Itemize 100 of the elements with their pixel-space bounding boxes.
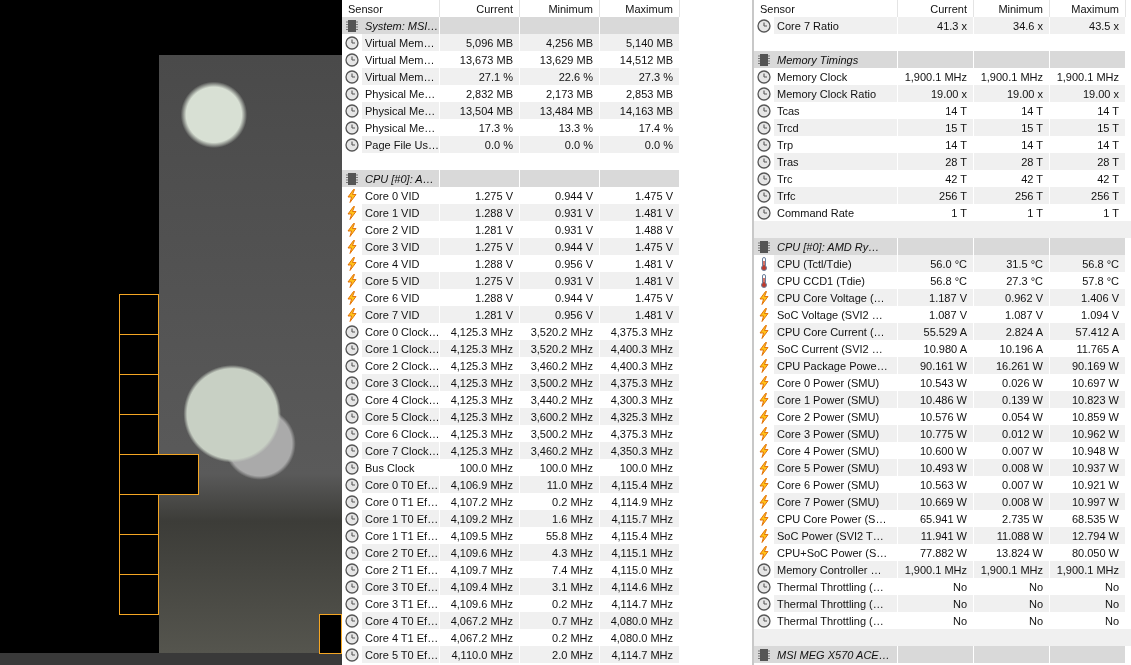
clock-icon: [345, 545, 359, 560]
sensor-name: Core 7 VID: [362, 306, 440, 323]
table-cell: 5,096 MB: [440, 34, 520, 51]
chip-icon: [345, 18, 359, 33]
table-cell: 1.406 V: [1050, 289, 1126, 306]
clock-icon: [757, 188, 771, 203]
table-cell: 0.012 W: [974, 425, 1050, 442]
table-cell: 3.1 MHz: [520, 578, 600, 595]
table-cell: 3,460.2 MHz: [520, 442, 600, 459]
sensor-name: Core 1 VID: [362, 204, 440, 221]
clock-icon: [345, 477, 359, 492]
clock-icon: [757, 69, 771, 84]
sensor-name: Virtual Mem…: [362, 68, 440, 85]
clock-icon: [345, 630, 359, 645]
table-cell: 1.481 V: [600, 306, 680, 323]
sensor-name: Physical Me…: [362, 102, 440, 119]
lightning-bolt-icon: [345, 205, 359, 220]
table-cell: 1.6 MHz: [520, 510, 600, 527]
sensor-name: Trfc: [774, 187, 898, 204]
table-cell: 10.493 W: [898, 459, 974, 476]
table-cell: 4,350.3 MHz: [600, 442, 680, 459]
sensor-name: Core 3 Power (SMU): [774, 425, 898, 442]
table-cell: 3,520.2 MHz: [520, 340, 600, 357]
table-cell: 4,114.7 MHz: [600, 646, 680, 663]
table-cell: 1.288 V: [440, 204, 520, 221]
table-cell: 10.997 W: [1050, 493, 1126, 510]
thumbnail-frame: [119, 334, 159, 375]
table-cell: 15 T: [1050, 119, 1126, 136]
table-cell: 19.00 x: [1050, 85, 1126, 102]
table-cell: 10.962 W: [1050, 425, 1126, 442]
table-cell: 4,115.7 MHz: [600, 510, 680, 527]
sensor-name: Core 1 Power (SMU): [774, 391, 898, 408]
clock-icon: [345, 511, 359, 526]
table-cell: 256 T: [974, 187, 1050, 204]
clock-icon: [345, 647, 359, 662]
sensor-name: CPU Package Powe…: [774, 357, 898, 374]
table-cell: 2.0 MHz: [520, 646, 600, 663]
sensor-name: Core 3 VID: [362, 238, 440, 255]
clock-icon: [345, 120, 359, 135]
clock-icon: [757, 562, 771, 577]
table-cell: 10.937 W: [1050, 459, 1126, 476]
sensor-name: Core 5 Clock…: [362, 408, 440, 425]
clock-icon: [757, 171, 771, 186]
clock-icon: [345, 324, 359, 339]
table-cell: 3,600.2 MHz: [520, 408, 600, 425]
table-cell: 4,375.3 MHz: [600, 374, 680, 391]
chip-icon: [757, 52, 771, 67]
clock-icon: [345, 443, 359, 458]
table-cell: 41.3 x: [898, 17, 974, 34]
table-cell: 43.5 x: [1050, 17, 1126, 34]
table-cell: No: [1050, 595, 1126, 612]
clock-icon: [345, 375, 359, 390]
table-cell: 11.088 W: [974, 527, 1050, 544]
sensor-name: Memory Controller …: [774, 561, 898, 578]
table-cell: 16.261 W: [974, 357, 1050, 374]
table-cell: 27.1 %: [440, 68, 520, 85]
lightning-bolt-icon: [345, 222, 359, 237]
table-cell: 1.475 V: [600, 238, 680, 255]
table-cell: 4,115.1 MHz: [600, 544, 680, 561]
table-cell: 10.823 W: [1050, 391, 1126, 408]
lightning-bolt-icon: [757, 494, 771, 509]
sensor-name: Core 7 Clock…: [362, 442, 440, 459]
thumbnail-frame: [319, 614, 342, 654]
clock-icon: [345, 358, 359, 373]
chip-icon: [757, 647, 771, 662]
chip-icon: [345, 171, 359, 186]
sensor-name: Core 5 Power (SMU): [774, 459, 898, 476]
sensor-name: Core 5 VID: [362, 272, 440, 289]
table-cell: 5,140 MB: [600, 34, 680, 51]
clock-icon: [757, 120, 771, 135]
clock-icon: [757, 579, 771, 594]
clock-icon: [345, 35, 359, 50]
sensor-name: CPU Core Voltage (…: [774, 289, 898, 306]
group-title: MSI MEG X570 ACE…: [774, 646, 898, 663]
table-cell: 256 T: [898, 187, 974, 204]
lightning-bolt-icon: [757, 528, 771, 543]
thumbnail-frame: [119, 294, 159, 335]
chip-icon: [757, 239, 771, 254]
table-cell: 11.941 W: [898, 527, 974, 544]
clock-icon: [345, 613, 359, 628]
sensor-name: Core 7 Ratio: [774, 17, 898, 34]
table-cell: 1.275 V: [440, 272, 520, 289]
table-cell: 4,109.6 MHz: [440, 544, 520, 561]
table-cell: 12.794 W: [1050, 527, 1126, 544]
sensor-name: Core 1 Clock…: [362, 340, 440, 357]
clock-icon: [345, 528, 359, 543]
clock-icon: [345, 494, 359, 509]
table-cell: 4,106.9 MHz: [440, 476, 520, 493]
group-title: CPU [#0]: AMD Ry…: [774, 238, 898, 255]
table-cell: 13,504 MB: [440, 102, 520, 119]
table-cell: 4,115.4 MHz: [600, 476, 680, 493]
table-cell: 1.481 V: [600, 204, 680, 221]
table-cell: 10.486 W: [898, 391, 974, 408]
sensor-name: Core 3 Clock…: [362, 374, 440, 391]
clock-icon: [757, 205, 771, 220]
clock-icon: [345, 426, 359, 441]
table-cell: 1.281 V: [440, 306, 520, 323]
lightning-bolt-icon: [757, 477, 771, 492]
lightning-bolt-icon: [345, 307, 359, 322]
group-title: CPU [#0]: A…: [362, 170, 440, 187]
